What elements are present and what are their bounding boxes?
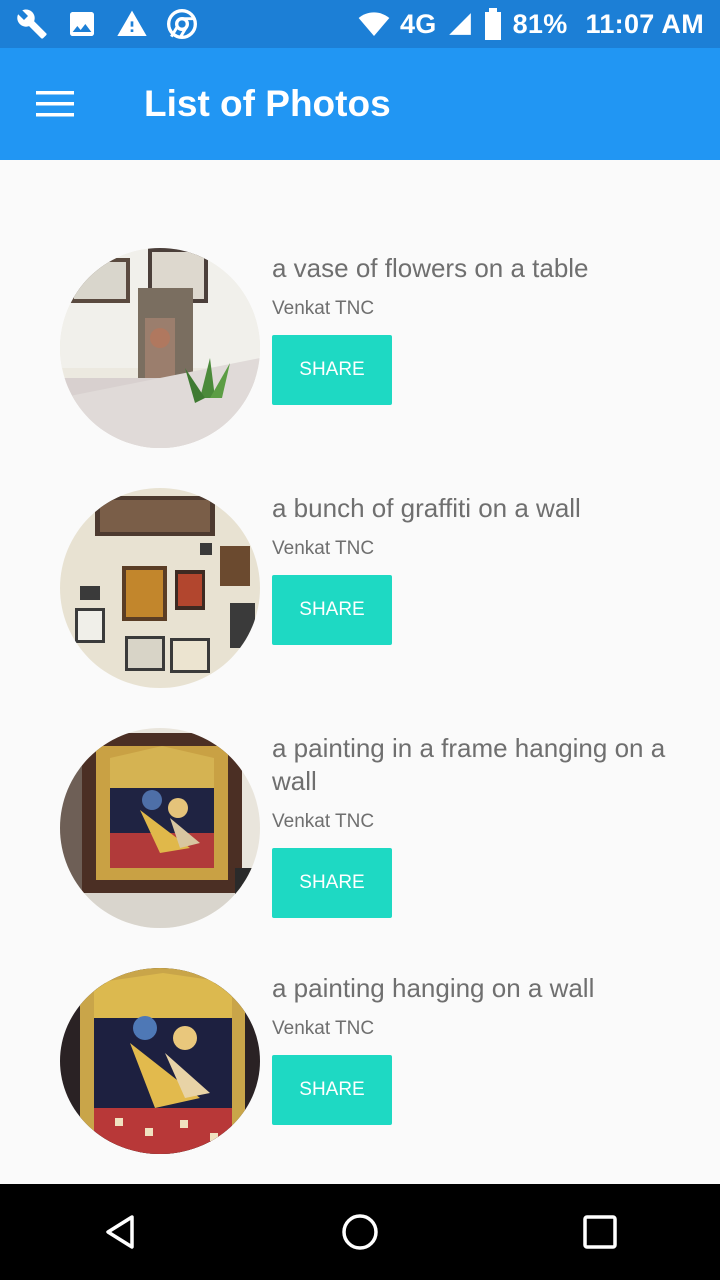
home-button[interactable] — [310, 1184, 410, 1280]
battery-level: 81% — [512, 8, 568, 39]
photo-title: a painting in a frame hanging on a wall — [272, 733, 666, 796]
share-button[interactable]: SHARE — [272, 335, 392, 405]
photo-author: Venkat TNC — [272, 298, 375, 319]
share-button[interactable]: SHARE — [272, 848, 392, 918]
photo-thumbnail[interactable] — [60, 968, 260, 1154]
battery-icon — [483, 8, 503, 40]
chrome-icon — [166, 8, 198, 40]
page-title: List of Photos — [144, 83, 391, 124]
photo-author: Venkat TNC — [272, 1018, 375, 1039]
photo-thumbnail[interactable] — [60, 488, 260, 688]
back-button[interactable] — [70, 1184, 170, 1280]
image-icon — [66, 8, 98, 40]
wifi-icon — [358, 8, 390, 40]
photo-title: a vase of flowers on a table — [272, 253, 589, 283]
hamburger-menu-icon — [36, 89, 76, 119]
recents-button[interactable] — [550, 1184, 650, 1280]
clock: 11:07 AM — [585, 8, 704, 39]
network-type: 4G — [399, 8, 437, 39]
signal-icon — [447, 8, 473, 40]
photo-title: a painting hanging on a wall — [272, 973, 595, 1003]
photo-list[interactable]: a vase of flowers on a table Venkat TNC … — [0, 160, 720, 1184]
photo-title: a bunch of graffiti on a wall — [272, 493, 581, 523]
screen: 4G 81% 11:07 AM List of Photos a vase of… — [0, 0, 720, 1280]
share-button[interactable]: SHARE — [272, 1055, 392, 1125]
photo-thumbnail[interactable] — [60, 248, 260, 448]
photo-author: Venkat TNC — [272, 811, 375, 832]
share-button[interactable]: SHARE — [272, 575, 392, 645]
app-bar: List of Photos — [0, 48, 720, 160]
warning-icon — [116, 8, 148, 40]
menu-button[interactable] — [0, 48, 112, 160]
status-bar: 4G 81% 11:07 AM — [0, 0, 720, 48]
photo-thumbnail[interactable] — [60, 728, 260, 928]
photo-author: Venkat TNC — [272, 538, 375, 559]
wrench-icon — [16, 8, 48, 40]
home-icon — [340, 1212, 380, 1252]
back-icon — [100, 1212, 140, 1252]
navigation-bar — [0, 1184, 720, 1280]
recents-icon — [580, 1212, 620, 1252]
